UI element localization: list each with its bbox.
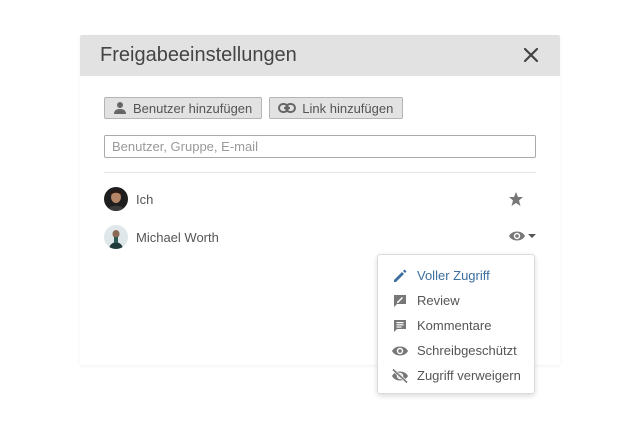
menu-item-label: Review [417, 293, 460, 308]
user-name: Michael Worth [136, 230, 219, 245]
menu-item-label: Zugriff verweigern [417, 368, 521, 383]
chevron-down-icon [528, 234, 536, 238]
menu-item-full-access[interactable]: Voller Zugriff [378, 263, 534, 288]
close-icon [523, 47, 539, 63]
menu-item-read-only[interactable]: Schreibgeschützt [378, 338, 534, 363]
menu-item-label: Kommentare [417, 318, 492, 333]
eye-icon [509, 231, 525, 241]
menu-item-label: Voller Zugriff [417, 268, 490, 283]
avatar [104, 187, 128, 211]
toolbar: Benutzer hinzufügen Link hinzufügen [104, 97, 404, 119]
avatar [104, 225, 128, 249]
divider [104, 172, 536, 173]
add-user-label: Benutzer hinzufügen [133, 100, 253, 116]
search-input[interactable] [104, 135, 536, 158]
eye-off-icon [391, 367, 409, 384]
star-icon [509, 192, 523, 206]
add-link-button[interactable]: Link hinzufügen [269, 97, 404, 119]
menu-item-deny-access[interactable]: Zugriff verweigern [378, 363, 534, 388]
user-row-michael-worth: Michael Worth [104, 225, 536, 251]
close-button[interactable] [520, 44, 542, 66]
user-row-self: Ich [104, 187, 536, 213]
permission-menu: Voller Zugriff Review Kommentare Schreib… [377, 254, 535, 394]
add-link-label: Link hinzufügen [302, 100, 394, 116]
dialog-header: Freigabeeinstellungen [80, 35, 560, 76]
owner-star [508, 191, 524, 207]
permission-dropdown[interactable] [508, 229, 536, 243]
user-name: Ich [136, 192, 154, 207]
add-user-button[interactable]: Benutzer hinzufügen [104, 97, 263, 119]
dialog-title: Freigabeeinstellungen [100, 44, 297, 66]
comment-icon [391, 318, 409, 334]
eye-icon [391, 344, 409, 358]
link-icon [278, 103, 297, 113]
person-icon [114, 102, 126, 114]
menu-item-label: Schreibgeschützt [417, 343, 517, 358]
menu-item-review[interactable]: Review [378, 288, 534, 313]
pencil-icon [391, 268, 409, 284]
menu-item-comments[interactable]: Kommentare [378, 313, 534, 338]
review-icon [391, 293, 409, 309]
